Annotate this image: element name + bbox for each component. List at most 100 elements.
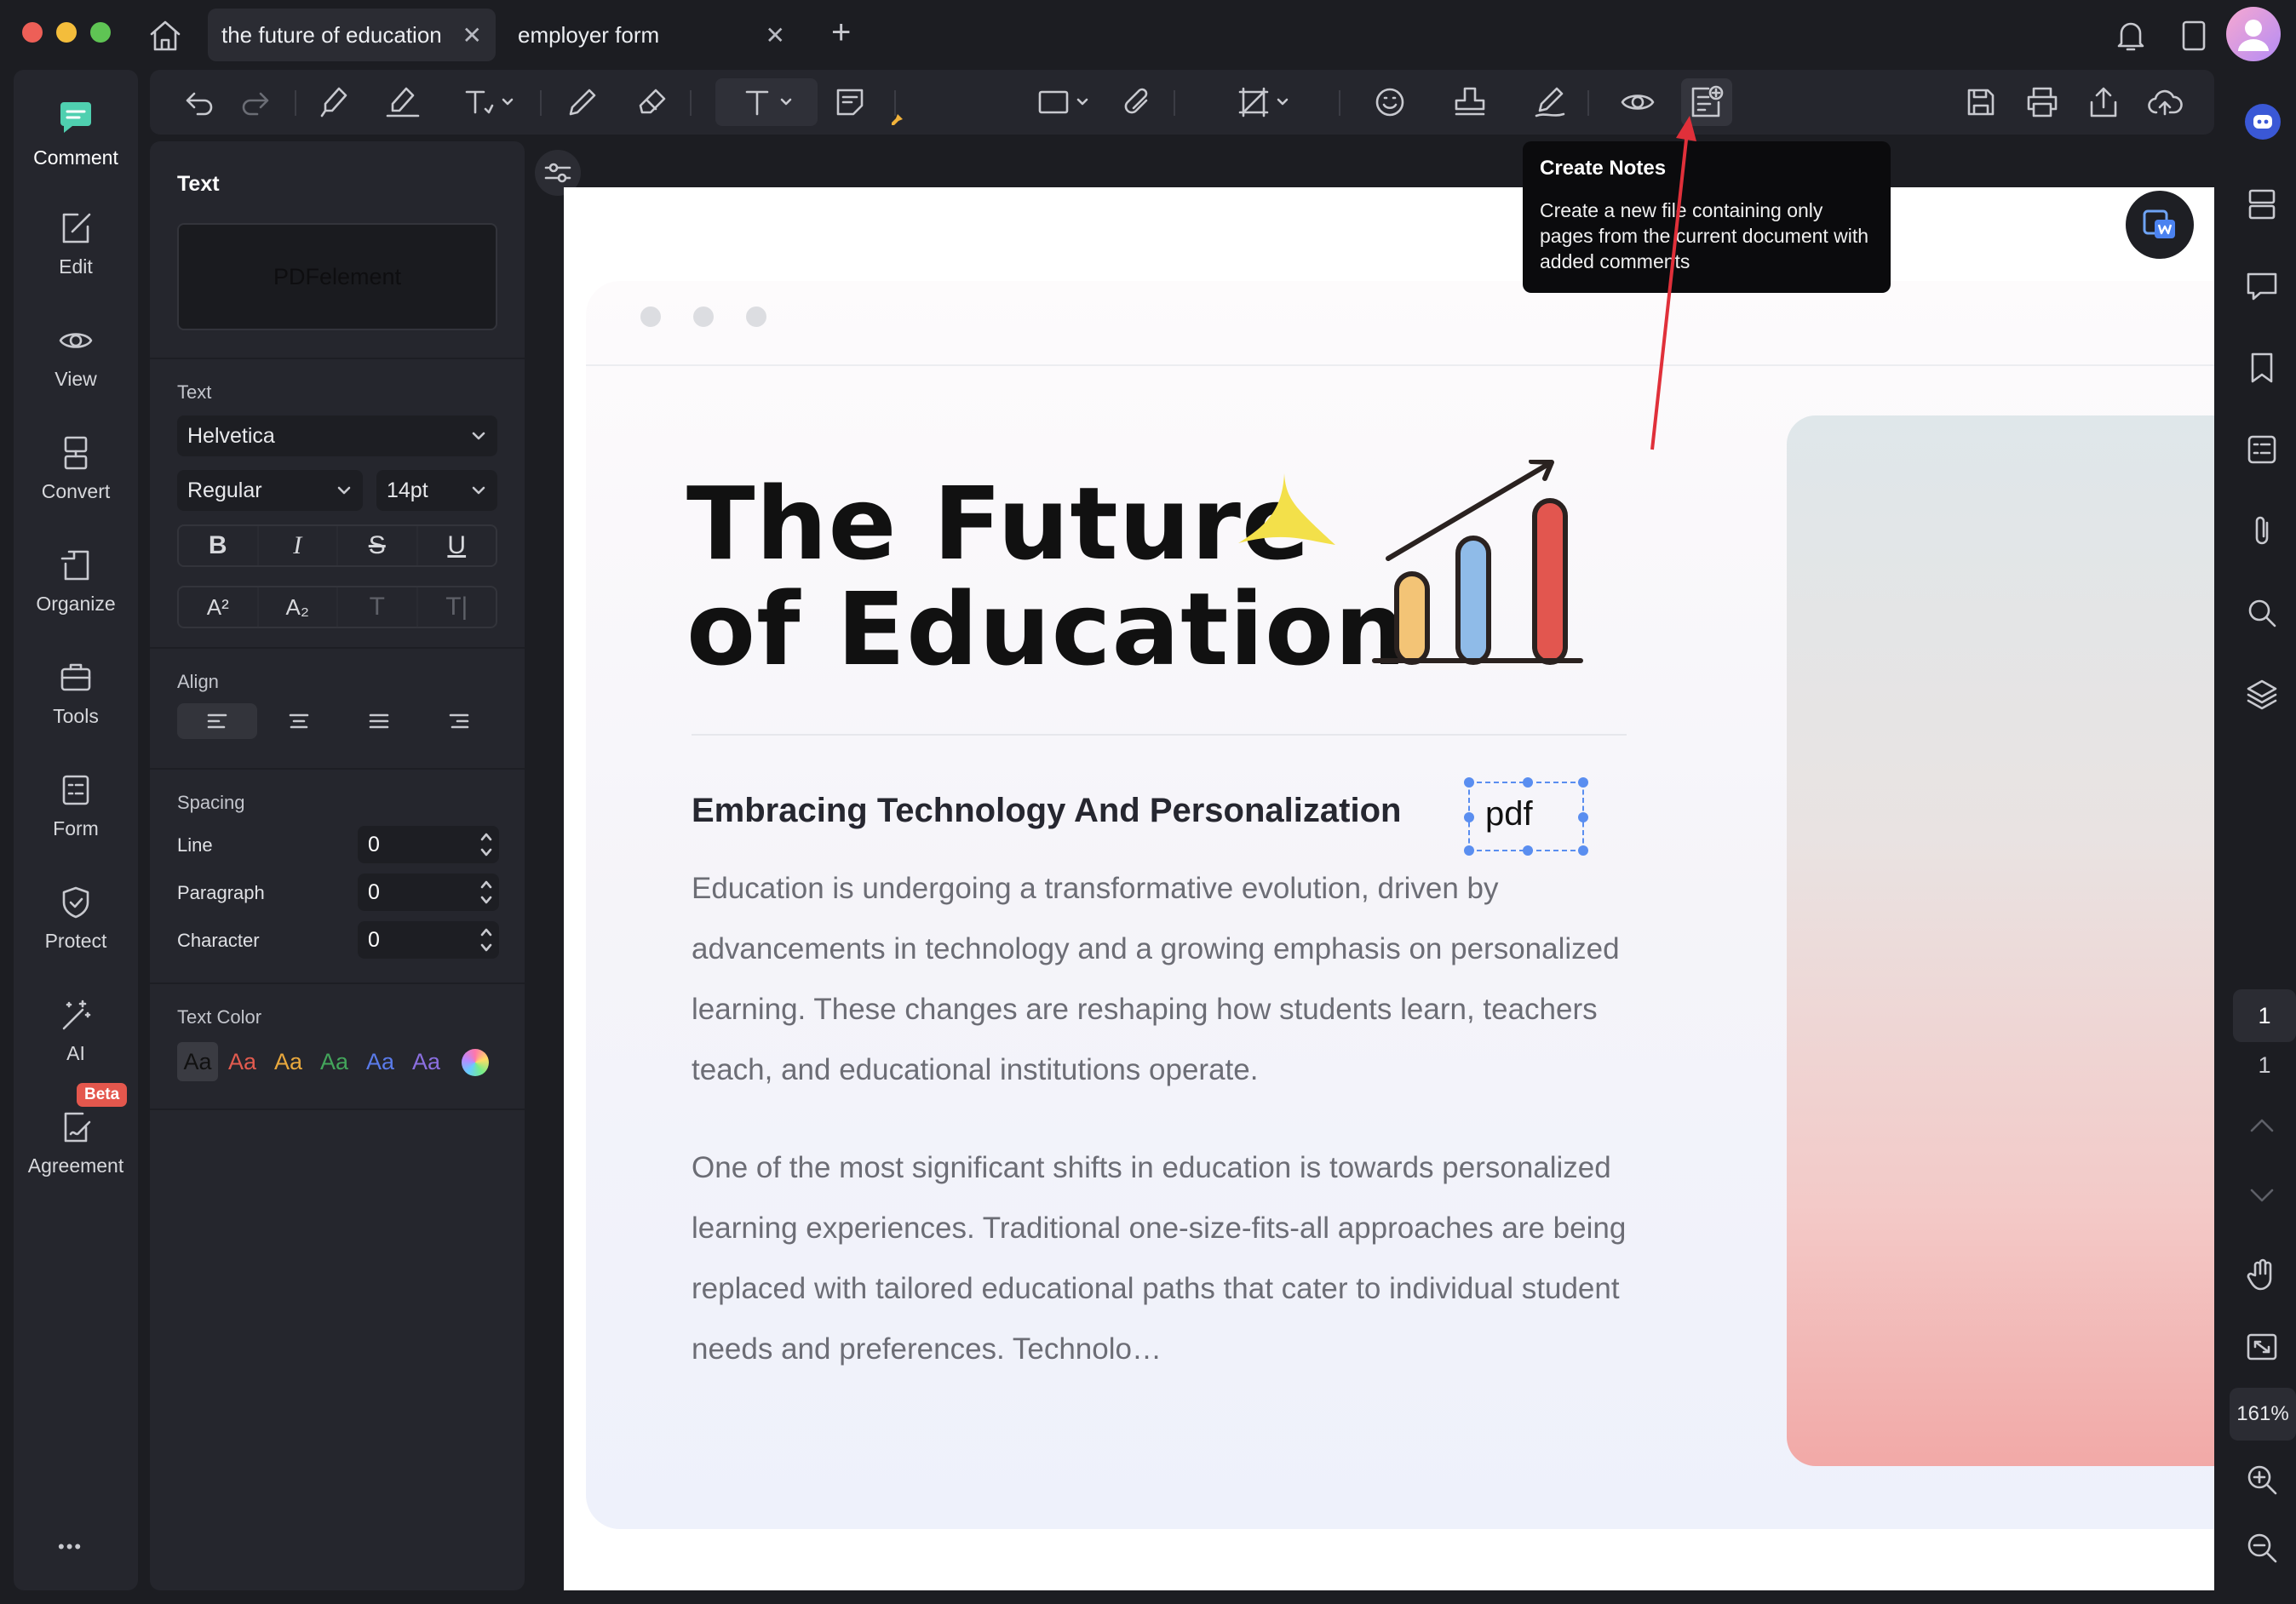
resize-handle[interactable]: [1523, 777, 1533, 788]
align-justify-button[interactable]: [339, 703, 419, 739]
measure-dropdown[interactable]: [1225, 78, 1301, 126]
align-left-button[interactable]: [177, 703, 257, 739]
font-family-select[interactable]: Helvetica: [177, 415, 497, 456]
paragraph-spacing-input[interactable]: 0: [358, 874, 499, 911]
zoom-in-icon[interactable]: [2243, 1461, 2281, 1498]
line-spacing-input[interactable]: 0: [358, 826, 499, 863]
bold-button[interactable]: B: [179, 526, 259, 565]
nav-tools[interactable]: Tools: [14, 642, 138, 744]
current-page-input[interactable]: 1: [2233, 989, 2296, 1042]
strikethrough-button[interactable]: S: [338, 526, 418, 565]
document-paragraph[interactable]: One of the most significant shifts in ed…: [692, 1137, 1662, 1379]
tab-close-icon[interactable]: ✕: [766, 21, 785, 49]
minimize-window-button[interactable]: [56, 22, 77, 43]
nav-agreement[interactable]: Agreement: [14, 1091, 138, 1194]
text-color-swatch-red[interactable]: Aa: [228, 1049, 256, 1075]
text-color-swatch-blue[interactable]: Aa: [366, 1049, 394, 1075]
form-fields-icon[interactable]: [2243, 431, 2281, 468]
tab-employer-form[interactable]: employer form ✕: [504, 9, 799, 61]
sticky-note-icon[interactable]: [824, 78, 875, 126]
text-color-swatch-orange[interactable]: Aa: [274, 1049, 302, 1075]
stamp-icon[interactable]: [1444, 78, 1495, 126]
nav-view[interactable]: View: [14, 305, 138, 407]
new-tab-button[interactable]: +: [831, 14, 851, 52]
tab-close-icon[interactable]: ✕: [462, 21, 482, 49]
italic-button[interactable]: I: [259, 526, 338, 565]
shape-dropdown[interactable]: [1025, 78, 1100, 126]
text-box-dropdown[interactable]: [715, 78, 818, 126]
align-right-button[interactable]: [419, 703, 499, 739]
subscript-button[interactable]: A₂: [259, 587, 338, 627]
document-title-line-1[interactable]: The Future: [686, 465, 1311, 582]
layers-icon[interactable]: [2243, 676, 2281, 713]
more-button[interactable]: •••: [58, 1536, 83, 1558]
highlight-icon[interactable]: [310, 78, 358, 126]
eraser-icon[interactable]: [629, 78, 676, 126]
nav-protect[interactable]: Protect: [14, 867, 138, 969]
pencil-icon[interactable]: [559, 78, 606, 126]
fit-page-icon[interactable]: [2243, 1328, 2281, 1366]
resize-handle[interactable]: [1464, 777, 1474, 788]
text-color-swatch-default[interactable]: Aa: [177, 1042, 218, 1081]
tab-the-future-of-education[interactable]: the future of education ✕: [208, 9, 496, 61]
nav-edit[interactable]: Edit: [14, 192, 138, 295]
close-window-button[interactable]: [22, 22, 43, 43]
signature-icon[interactable]: [1524, 78, 1576, 126]
character-spacing-input[interactable]: 0: [358, 921, 499, 959]
bell-icon[interactable]: [2112, 17, 2150, 54]
translate-button[interactable]: [2126, 191, 2194, 259]
resize-handle[interactable]: [1464, 812, 1474, 822]
nav-organize[interactable]: Organize: [14, 530, 138, 632]
text-cursor-button[interactable]: T|: [418, 587, 497, 627]
stepper-icon[interactable]: [479, 829, 494, 860]
attachment-icon[interactable]: [1112, 78, 1163, 126]
text-case-button[interactable]: T: [338, 587, 418, 627]
ai-assistant-icon[interactable]: [2245, 104, 2281, 140]
nav-ai[interactable]: AI: [14, 979, 138, 1081]
custom-color-picker[interactable]: [462, 1049, 489, 1076]
resize-handle[interactable]: [1464, 845, 1474, 856]
avatar[interactable]: [2226, 7, 2281, 61]
thumbnails-icon[interactable]: [2243, 186, 2281, 223]
redo-icon[interactable]: [232, 78, 279, 126]
cloud-upload-icon[interactable]: [2141, 78, 2189, 126]
document-paragraph[interactable]: Education is undergoing a transformative…: [692, 858, 1662, 1100]
share-icon[interactable]: [2080, 78, 2127, 126]
zoom-out-icon[interactable]: [2243, 1529, 2281, 1567]
nav-convert[interactable]: Convert: [14, 417, 138, 519]
font-style-select[interactable]: Regular: [177, 470, 363, 511]
attachments-icon[interactable]: [2243, 513, 2281, 550]
text-style-preview[interactable]: PDFelement: [177, 223, 497, 330]
tablet-icon[interactable]: [2177, 17, 2211, 54]
nav-form[interactable]: Form: [14, 754, 138, 856]
font-size-select[interactable]: 14pt: [376, 470, 497, 511]
previous-page-icon[interactable]: [2243, 1107, 2281, 1144]
zoom-level[interactable]: 161%: [2230, 1388, 2296, 1441]
selected-text-box[interactable]: pdf: [1464, 777, 1588, 856]
resize-handle[interactable]: [1523, 845, 1533, 856]
area-highlight-icon[interactable]: [373, 78, 433, 126]
align-center-button[interactable]: [259, 703, 339, 739]
resize-handle[interactable]: [1578, 812, 1588, 822]
underline-button[interactable]: U: [418, 526, 497, 565]
search-icon[interactable]: [2243, 594, 2281, 632]
maximize-window-button[interactable]: [90, 22, 111, 43]
stepper-icon[interactable]: [479, 877, 494, 908]
resize-handle[interactable]: [1578, 845, 1588, 856]
save-icon[interactable]: [1957, 78, 2005, 126]
next-page-icon[interactable]: [2243, 1177, 2281, 1214]
print-icon[interactable]: [2018, 78, 2066, 126]
text-markup-dropdown[interactable]: [448, 78, 528, 126]
resize-handle[interactable]: [1578, 777, 1588, 788]
stepper-icon[interactable]: [479, 925, 494, 955]
hand-tool-icon[interactable]: [2243, 1257, 2281, 1294]
superscript-button[interactable]: A²: [179, 587, 259, 627]
home-icon[interactable]: [146, 17, 184, 54]
text-color-swatch-green[interactable]: Aa: [320, 1049, 348, 1075]
document-title-line-2[interactable]: of Education: [686, 570, 1407, 688]
bookmark-icon[interactable]: [2243, 349, 2281, 387]
undo-icon[interactable]: [175, 78, 223, 126]
comments-icon[interactable]: [2243, 267, 2281, 305]
text-color-swatch-purple[interactable]: Aa: [412, 1049, 440, 1075]
nav-comment[interactable]: Comment: [14, 80, 138, 182]
